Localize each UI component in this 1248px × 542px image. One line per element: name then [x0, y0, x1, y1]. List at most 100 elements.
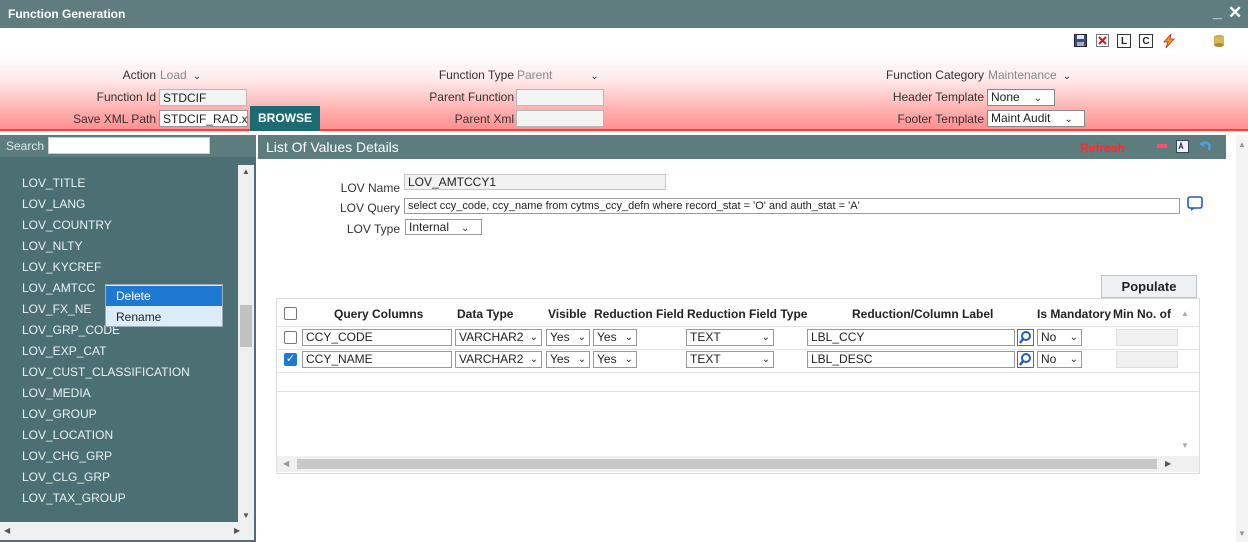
window-titlebar: Function Generation _ ✕ [0, 0, 1248, 28]
main-scroll-down-icon[interactable]: ▼ [1238, 529, 1246, 538]
header-template-select[interactable]: None ⌄ [987, 89, 1055, 106]
parent-xml-label: Parent Xml [454, 112, 514, 126]
col-visible: Visible [548, 307, 587, 321]
parent-function-field[interactable] [516, 89, 604, 106]
lov-item[interactable]: LOV_COUNTRY [22, 218, 112, 232]
mandatory-select[interactable]: No ⌄ [1037, 351, 1082, 368]
grid-scroll-up-icon[interactable]: ▲ [1181, 309, 1189, 318]
grid-divider [277, 391, 1199, 392]
footer-template-label: Footer Template [897, 112, 985, 126]
label-field[interactable]: LBL_DESC [807, 351, 1015, 368]
save-icon[interactable] [1073, 34, 1087, 48]
search-row: Search [0, 135, 256, 157]
minimize-button[interactable]: _ [1213, 4, 1222, 22]
data-type-select[interactable]: VARCHAR2 ⌄ [455, 329, 542, 346]
save-xml-field[interactable]: STDCIF_RAD.xl [159, 110, 248, 127]
reduction-field-select[interactable]: Yes ⌄ [593, 329, 637, 346]
lov-item[interactable]: LOV_LOCATION [22, 428, 113, 442]
lov-name-field[interactable]: LOV_AMTCCY1 [404, 174, 666, 190]
undo-icon[interactable] [1198, 140, 1212, 156]
minus-icon[interactable] [1156, 140, 1168, 155]
scroll-down-icon[interactable]: ▼ [242, 511, 250, 520]
header-template-label: Header Template [892, 90, 984, 104]
lov-query-field[interactable]: select ccy_code, ccy_name from cytms_ccy… [404, 198, 1180, 214]
scroll-right-icon[interactable]: ▶ [234, 526, 240, 535]
row-checkbox[interactable]: ✓ [284, 353, 297, 366]
min-no-field[interactable] [1116, 329, 1178, 346]
data-type-select[interactable]: VARCHAR2 ⌄ [455, 351, 542, 368]
grid-scroll-right-icon[interactable]: ▶ [1165, 459, 1171, 468]
magnifier-icon[interactable] [1017, 329, 1034, 346]
browse-button[interactable]: BROWSE [250, 106, 320, 131]
close-button[interactable]: ✕ [1228, 3, 1242, 23]
lov-item[interactable]: LOV_EXP_CAT [22, 344, 106, 358]
row-checkbox[interactable] [284, 331, 297, 344]
visible-select[interactable]: Yes ⌄ [546, 329, 590, 346]
min-no-field[interactable] [1116, 351, 1178, 368]
query-column-field[interactable]: CCY_NAME [302, 351, 452, 368]
reduction-field-type-select[interactable]: TEXT ⌄ [686, 329, 774, 346]
search-label: Search [6, 139, 45, 153]
parent-xml-field[interactable] [516, 110, 604, 127]
context-menu: Delete Rename [105, 284, 223, 327]
function-category-label: Function Category [885, 68, 984, 82]
sidebar-hscroll[interactable]: ◀ ▶ [0, 522, 254, 540]
search-input[interactable] [48, 137, 210, 154]
lov-query-label: LOV Query [339, 201, 400, 215]
lov-type-label: LOV Type [346, 222, 400, 236]
lov-item[interactable]: LOV_MEDIA [22, 386, 91, 400]
lov-item[interactable]: LOV_CUST_CLASSIFICATION [22, 365, 190, 379]
main-scroll-up-icon[interactable]: ▲ [1238, 140, 1246, 149]
sidebar-vscroll[interactable]: ▲ ▼ [238, 165, 254, 523]
lightning-icon[interactable] [1162, 32, 1176, 49]
refresh-link[interactable]: Refresh [1080, 141, 1125, 155]
col-min-no: Min No. of [1113, 307, 1171, 321]
mandatory-select[interactable]: No ⌄ [1037, 329, 1082, 346]
grid-scroll-left-icon[interactable]: ◀ [283, 459, 289, 468]
panel-header: List Of Values Details Refresh [258, 135, 1226, 159]
lov-item[interactable]: LOV_TITLE [22, 176, 85, 190]
lov-item[interactable]: LOV_KYCREF [22, 260, 101, 274]
action-label: Action [122, 68, 156, 82]
grid-hscroll[interactable]: ◀ ▶ [277, 456, 1199, 472]
query-column-field[interactable]: CCY_CODE [302, 329, 452, 346]
lov-item[interactable]: LOV_GROUP [22, 407, 97, 421]
database-icon[interactable] [1212, 34, 1226, 48]
magnifier-icon[interactable] [1017, 351, 1034, 368]
l-icon[interactable]: L [1117, 34, 1131, 48]
label-field[interactable]: LBL_CCY [807, 329, 1015, 346]
comment-icon[interactable] [1187, 196, 1203, 215]
select-all-checkbox[interactable] [284, 307, 297, 320]
lov-item[interactable]: LOV_LANG [22, 197, 85, 211]
scroll-up-icon[interactable]: ▲ [242, 167, 250, 176]
action-select[interactable]: Load ⌄ [160, 68, 201, 85]
grid-scroll-down-icon[interactable]: ▼ [1181, 441, 1189, 450]
lov-item[interactable]: LOV_AMTCC [22, 281, 95, 295]
sidebar-scroll-thumb[interactable] [240, 305, 252, 347]
main-vscroll[interactable]: ▲ ▼ [1236, 135, 1248, 542]
reduction-field-select[interactable]: Yes ⌄ [593, 351, 637, 368]
populate-button[interactable]: Populate [1101, 275, 1197, 298]
reduction-field-type-select[interactable]: TEXT ⌄ [686, 351, 774, 368]
function-category-select[interactable]: Maintenance ⌄ [988, 68, 1071, 85]
context-rename[interactable]: Rename [106, 307, 222, 327]
lov-item[interactable]: LOV_TAX_GROUP [22, 491, 126, 505]
lov-item[interactable]: LOV_FX_NE [22, 302, 91, 316]
form-icon[interactable] [1176, 140, 1189, 156]
function-id-field[interactable]: STDCIF [159, 89, 247, 106]
lov-item[interactable]: LOV_NLTY [22, 239, 82, 253]
delete-icon[interactable] [1095, 34, 1109, 48]
visible-select[interactable]: Yes ⌄ [546, 351, 590, 368]
footer-template-select[interactable]: Maint Audit ⌄ [987, 110, 1085, 127]
function-type-label: Function Type [438, 68, 514, 82]
lov-type-select[interactable]: Internal ⌄ [405, 219, 482, 235]
grid-divider [277, 372, 1199, 373]
scroll-left-icon[interactable]: ◀ [4, 526, 10, 535]
lov-item[interactable]: LOV_CHG_GRP [22, 449, 112, 463]
context-delete[interactable]: Delete [106, 286, 222, 306]
col-reduction-column-label: Reduction/Column Label [852, 307, 994, 321]
c-icon[interactable]: C [1139, 34, 1153, 48]
lov-item[interactable]: LOV_CLG_GRP [22, 470, 110, 484]
function-type-select[interactable]: Parent ⌄ [517, 68, 605, 85]
grid-hscroll-thumb[interactable] [297, 459, 1157, 469]
